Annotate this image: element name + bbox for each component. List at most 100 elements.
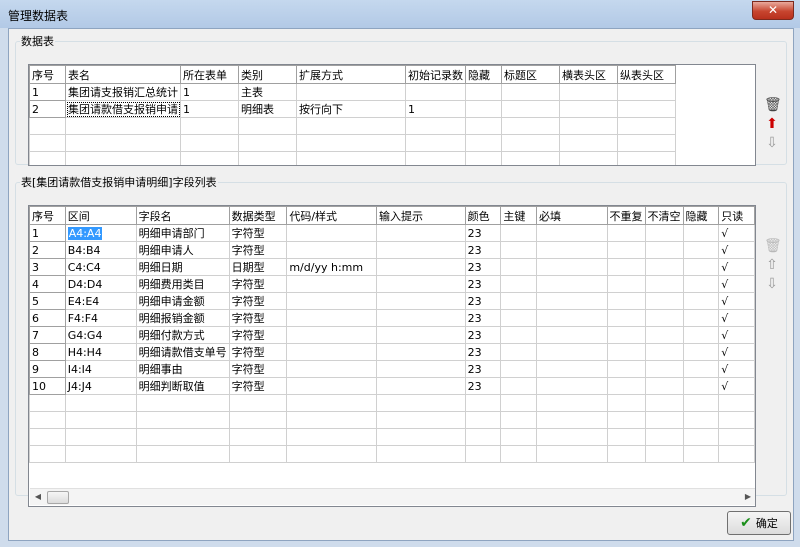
row-number[interactable]: 5 [29,292,66,310]
table-cell[interactable] [465,83,502,101]
table-cell[interactable]: 字符型 [228,224,288,242]
table-cell[interactable]: √ [718,241,755,259]
table-row[interactable]: 3 C4:C4 明细日期 日期型 m/d/yy h:mm 23 √ [29,258,755,276]
table-cell[interactable]: E4:E4 [64,292,137,310]
table-cell[interactable] [286,275,377,293]
column-header[interactable]: 所在表单 [180,65,239,84]
table-cell[interactable] [286,326,377,344]
table-row[interactable]: 7 G4:G4 明细付款方式 字符型 23 √ [29,326,755,344]
table-cell[interactable]: 1 [405,100,466,118]
horizontal-scrollbar[interactable]: ◀ ▶ [30,488,755,505]
table-cell[interactable] [500,309,538,327]
table-cell[interactable]: √ [718,224,755,242]
arrow-up-icon[interactable]: ⇧ [764,257,780,273]
row-number[interactable]: 6 [29,309,66,327]
table-cell[interactable] [644,241,684,259]
table-cell[interactable] [559,100,618,118]
table-cell[interactable]: √ [718,309,755,327]
table-cell[interactable] [644,377,684,395]
table-row[interactable]: 2 集团请款借支报销申请 1 明细表 按行向下 1 [29,100,676,118]
table-row[interactable]: 8 H4:H4 明细请款借支单号 字符型 23 √ [29,343,755,361]
table-cell[interactable] [617,100,676,118]
table-cell[interactable]: 明细申请人 [135,241,230,259]
table-cell[interactable] [536,241,608,259]
table-cell[interactable] [644,224,684,242]
table-cell[interactable] [375,360,466,378]
table-cell[interactable]: F4:F4 [64,309,137,327]
table-cell[interactable]: √ [718,275,755,293]
table-cell[interactable] [465,100,502,118]
table-cell[interactable] [500,224,538,242]
table-cell[interactable]: 23 [464,343,502,361]
table-cell[interactable]: G4:G4 [64,326,137,344]
table-cell[interactable]: 明细申请部门 [135,224,230,242]
arrow-up-icon[interactable]: ⬆ [764,116,780,132]
table-cell[interactable]: D4:D4 [64,275,137,293]
column-header[interactable]: 横表头区 [559,65,618,84]
table-cell[interactable] [682,275,720,293]
table-cell[interactable] [606,241,646,259]
fields-grid[interactable]: 序号 区间 字段名 数据类型 代码/样式 输入提示 颜色 主键 必填 不重复 不清空 隐藏 只读 1 A4… [28,205,756,507]
row-number[interactable]: 8 [29,343,66,361]
table-cell[interactable] [286,309,377,327]
column-header[interactable]: 只读 [718,206,755,225]
table-cell[interactable]: √ [718,360,755,378]
column-header[interactable]: 不重复 [606,206,646,225]
row-number[interactable]: 10 [29,377,66,395]
row-number[interactable]: 9 [29,360,66,378]
column-header[interactable]: 主键 [500,206,538,225]
row-number[interactable]: 2 [29,241,66,259]
ok-button[interactable]: ✔ 确定 [727,511,791,535]
table-cell[interactable] [536,343,608,361]
table-cell[interactable]: B4:B4 [64,241,137,259]
table-cell[interactable] [536,309,608,327]
table-cell[interactable] [375,275,466,293]
table-cell[interactable] [296,83,406,101]
table-cell[interactable] [286,224,377,242]
table-cell[interactable]: √ [718,258,755,276]
table-cell[interactable]: 明细费用类目 [135,275,230,293]
column-header[interactable]: 代码/样式 [286,206,377,225]
table-cell[interactable] [682,326,720,344]
table-cell[interactable] [606,377,646,395]
table-cell[interactable] [375,241,466,259]
table-cell[interactable] [375,343,466,361]
table-cell[interactable] [375,309,466,327]
column-header[interactable]: 类别 [238,65,297,84]
table-cell[interactable]: 23 [464,360,502,378]
table-cell[interactable]: 按行向下 [296,100,406,118]
table-cell[interactable]: 23 [464,258,502,276]
table-cell[interactable] [286,292,377,310]
table-cell[interactable]: 字符型 [228,309,288,327]
table-cell[interactable] [536,326,608,344]
column-header[interactable]: 扩展方式 [296,65,406,84]
table-cell[interactable]: 字符型 [228,360,288,378]
table-cell[interactable]: 主表 [238,83,297,101]
table-cell[interactable] [500,258,538,276]
table-cell[interactable] [375,224,466,242]
table-cell[interactable] [559,83,618,101]
table-cell[interactable] [536,275,608,293]
table-cell[interactable]: √ [718,292,755,310]
column-header[interactable]: 数据类型 [228,206,288,225]
close-button[interactable]: ✕ [752,1,794,20]
column-header[interactable]: 输入提示 [375,206,466,225]
row-number[interactable]: 3 [29,258,66,276]
table-cell[interactable]: 集团请款借支报销申请 [65,100,181,118]
table-row[interactable]: 4 D4:D4 明细费用类目 字符型 23 √ [29,275,755,293]
table-cell[interactable] [606,275,646,293]
row-number[interactable]: 7 [29,326,66,344]
table-cell[interactable] [606,224,646,242]
table-cell[interactable] [286,241,377,259]
table-cell[interactable]: √ [718,343,755,361]
table-cell[interactable] [536,360,608,378]
table-cell[interactable]: 明细事由 [135,360,230,378]
table-cell[interactable] [500,377,538,395]
table-cell[interactable]: 字符型 [228,326,288,344]
table-row[interactable]: 1 A4:A4 明细申请部门 字符型 23 √ [29,224,755,242]
table-cell[interactable]: √ [718,377,755,395]
table-row[interactable]: 1 集团请支报销汇总统计 1 主表 [29,83,676,101]
table-cell[interactable]: 23 [464,241,502,259]
table-cell[interactable]: 23 [464,292,502,310]
table-cell[interactable] [682,224,720,242]
